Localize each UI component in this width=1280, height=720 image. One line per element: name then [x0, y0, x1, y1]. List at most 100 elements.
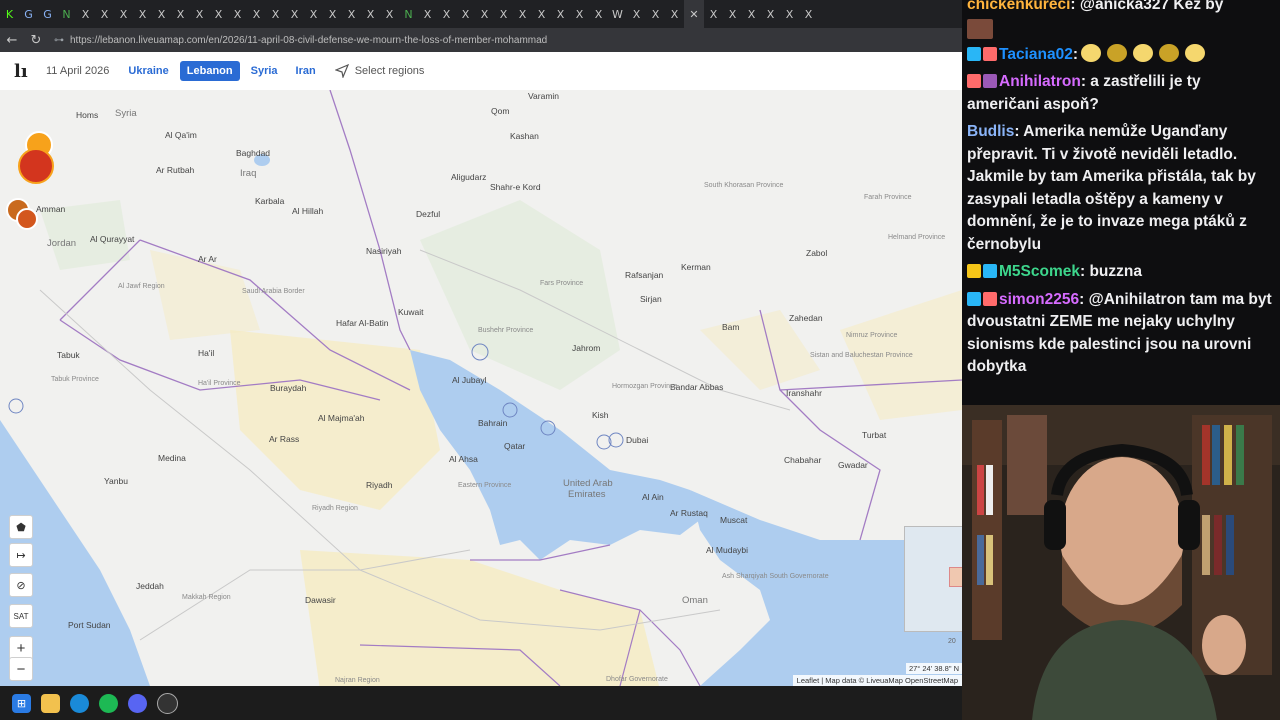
map-place-label: Ar Rustaq — [670, 508, 708, 518]
region-tab-lebanon[interactable]: Lebanon — [179, 61, 240, 81]
hide-layer-button[interactable]: ⊘ — [9, 573, 33, 597]
chat-badge-icon[interactable] — [983, 291, 997, 306]
browser-tab[interactable]: X — [152, 0, 171, 28]
satellite-toggle[interactable]: SAT — [9, 604, 33, 628]
reload-icon[interactable]: ↻ — [24, 28, 48, 52]
chat-badge-icon[interactable] — [983, 264, 997, 278]
site-info-icon[interactable]: ⊶ — [54, 35, 64, 46]
back-arrow-icon[interactable]: ← — [0, 28, 24, 52]
browser-tab[interactable]: X — [780, 0, 799, 28]
browser-tab-favicon: X — [594, 7, 603, 21]
zoom-out-button[interactable]: − — [9, 657, 33, 681]
edge-browser-icon[interactable] — [70, 693, 89, 713]
browser-tab[interactable]: X — [171, 0, 190, 28]
chat-username[interactable]: simon2256 — [999, 291, 1079, 308]
measure-button[interactable]: ↦ — [9, 543, 33, 567]
browser-tab[interactable]: N — [399, 0, 418, 28]
browser-tab[interactable]: X — [589, 0, 608, 28]
browser-tab[interactable]: X — [665, 0, 684, 28]
browser-tab[interactable]: ✕ — [684, 0, 704, 28]
map-place-label: Oman — [682, 595, 708, 606]
browser-tab[interactable]: X — [704, 0, 723, 28]
chat-badge-icon[interactable] — [983, 74, 997, 88]
spotify-icon[interactable] — [99, 693, 118, 713]
browser-tab[interactable]: G — [19, 0, 38, 28]
map-place-label: Sirjan — [640, 294, 662, 304]
windows-start-icon[interactable]: ⊞ — [12, 693, 31, 713]
browser-tab[interactable]: X — [646, 0, 665, 28]
browser-tab[interactable]: X — [723, 0, 742, 28]
browser-tab[interactable]: X — [799, 0, 818, 28]
browser-tab[interactable]: N — [57, 0, 76, 28]
browser-tab[interactable]: X — [266, 0, 285, 28]
map-place-label: Kerman — [681, 262, 711, 272]
chat-badge-icon[interactable] — [967, 46, 981, 61]
browser-tab[interactable]: X — [342, 0, 361, 28]
region-tab-syria[interactable]: Syria — [244, 61, 285, 81]
browser-tab[interactable]: X — [323, 0, 342, 28]
map-place-label: Nasiriyah — [366, 246, 402, 256]
chat-badge-icon[interactable] — [967, 264, 981, 278]
browser-tab[interactable]: X — [95, 0, 114, 28]
browser-tab-favicon: X — [157, 7, 166, 21]
browser-tab[interactable]: X — [627, 0, 646, 28]
chat-username[interactable]: M5Scomek — [999, 263, 1080, 280]
browser-tab[interactable]: X — [380, 0, 399, 28]
browser-tab[interactable]: X — [475, 0, 494, 28]
map-canvas[interactable]: Homs Syria Al Qa'im Baghdad Iraq Ar Rutbah Amm… — [0, 90, 962, 686]
chat-username[interactable]: Anihilatron — [999, 73, 1081, 90]
map-place-label: Karbala — [255, 196, 285, 206]
browser-tab[interactable]: X — [209, 0, 228, 28]
browser-tab[interactable]: X — [761, 0, 780, 28]
browser-tab[interactable]: X — [742, 0, 761, 28]
browser-tab-favicon: X — [480, 7, 489, 21]
minimap[interactable] — [904, 526, 962, 632]
browser-tab-favicon: X — [328, 7, 337, 21]
browser-tab[interactable]: X — [228, 0, 247, 28]
region-tab-iran[interactable]: Iran — [289, 61, 323, 81]
file-explorer-icon[interactable] — [41, 693, 60, 713]
browser-tab[interactable]: X — [494, 0, 513, 28]
browser-tab-favicon: X — [119, 7, 128, 21]
chat-username[interactable]: Taciana02 — [999, 46, 1073, 63]
event-marker[interactable] — [18, 148, 54, 184]
browser-tab[interactable]: X — [76, 0, 95, 28]
chat-badge-icon[interactable] — [967, 291, 981, 306]
browser-tab[interactable]: X — [361, 0, 380, 28]
browser-tab[interactable]: X — [513, 0, 532, 28]
browser-tab[interactable]: G — [38, 0, 57, 28]
browser-tab[interactable]: X — [532, 0, 551, 28]
map-place-label: Kish — [592, 410, 609, 420]
draw-polygon-button[interactable]: ⬟ — [9, 515, 33, 539]
obs-icon[interactable] — [157, 692, 178, 714]
browser-tab-favicon: X — [632, 7, 641, 21]
browser-tab[interactable]: W — [608, 0, 627, 28]
map-attribution[interactable]: Leaflet | Map data © LiveuaMap OpenStree… — [792, 675, 962, 686]
browser-tab[interactable]: X — [437, 0, 456, 28]
map-place-label: Al Jawf Region — [118, 283, 165, 290]
region-tab-ukraine[interactable]: Ukraine — [121, 61, 175, 81]
browser-tab[interactable]: X — [418, 0, 437, 28]
chat-badge-icon[interactable] — [967, 74, 981, 88]
browser-tab[interactable]: X — [551, 0, 570, 28]
select-regions-button[interactable]: Select regions — [334, 64, 424, 78]
browser-tab[interactable]: X — [285, 0, 304, 28]
browser-tab[interactable]: X — [247, 0, 266, 28]
browser-tab[interactable]: X — [114, 0, 133, 28]
browser-tab[interactable]: X — [456, 0, 475, 28]
event-marker[interactable] — [16, 208, 38, 230]
browser-tab[interactable]: X — [133, 0, 152, 28]
chat-username[interactable]: Budlis — [967, 123, 1014, 140]
browser-tab[interactable]: K — [0, 0, 19, 28]
browser-tab-favicon: X — [233, 7, 242, 21]
discord-icon[interactable] — [128, 693, 147, 713]
browser-tab[interactable]: X — [570, 0, 589, 28]
chat-username[interactable]: chickenkureci — [967, 0, 1070, 13]
url-field[interactable]: ⊶ https://lebanon.liveuamap.com/en/2026/… — [54, 31, 547, 49]
liveuamap-logo[interactable]: lı — [14, 61, 44, 82]
browser-tab[interactable]: X — [304, 0, 323, 28]
chat-badge-icon[interactable] — [983, 46, 997, 61]
browser-tab[interactable]: X — [190, 0, 209, 28]
map-place-label: Sistan and Baluchestan Province — [810, 352, 913, 359]
map-place-label: Chabahar — [784, 455, 822, 465]
